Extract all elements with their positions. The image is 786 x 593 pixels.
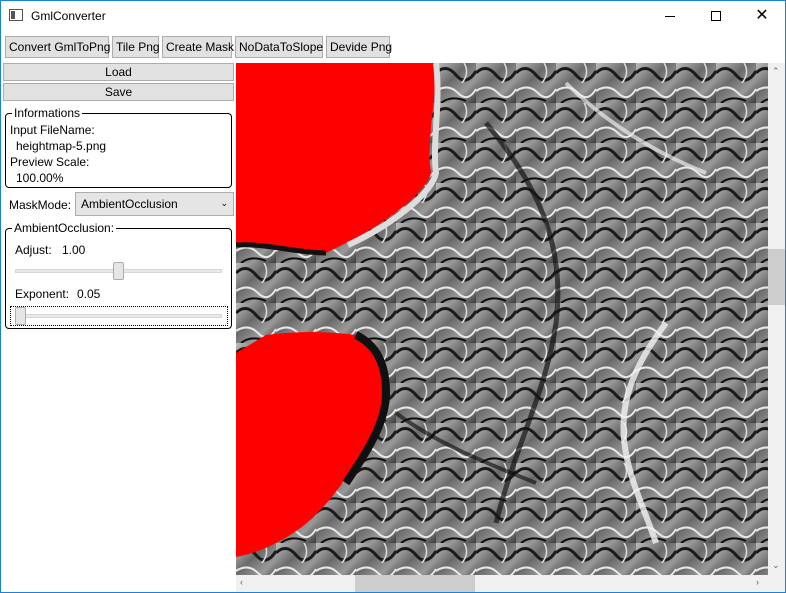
minimize-icon (665, 15, 675, 17)
preview-scale-label: Preview Scale: (10, 155, 90, 169)
adjust-slider-thumb[interactable] (113, 262, 124, 280)
input-filename-value: heightmap-5.png (16, 139, 107, 153)
mask-mode-select[interactable]: AmbientOcclusion ⌄ (75, 192, 234, 216)
devide-png-button[interactable]: Devide Png (326, 36, 392, 58)
mask-mode-label: MaskMode: (9, 198, 72, 212)
horizontal-scroll-thumb[interactable] (355, 575, 476, 592)
ambient-occlusion-title: AmbientOcclusion: (12, 221, 117, 235)
exponent-slider-track[interactable] (15, 314, 222, 318)
title-bar: GmlConverter ✕ (1, 1, 785, 31)
scrollbar-corner (768, 575, 785, 592)
informations-title: Informations (12, 106, 83, 120)
app-window: GmlConverter ✕ Convert GmlToPng Tile Png… (0, 0, 786, 593)
exponent-label: Exponent: (15, 287, 70, 301)
load-button[interactable]: Load (3, 63, 234, 81)
tile-png-button[interactable]: Tile Png (112, 36, 160, 58)
maximize-icon (711, 11, 721, 21)
adjust-value: 1.00 (62, 243, 86, 257)
nodata-to-slope-button[interactable]: NoDataToSlope (235, 36, 323, 58)
scroll-right-icon[interactable]: › (756, 577, 759, 587)
scroll-down-icon[interactable]: ⌄ (772, 560, 780, 571)
preview-scale-value: 100.00% (16, 171, 64, 185)
scroll-up-icon[interactable]: ⌃ (772, 66, 780, 77)
minimize-button[interactable] (647, 1, 693, 31)
toolbar: Convert GmlToPng Tile Png Create Mask No… (1, 34, 785, 60)
heightmap-preview-image (236, 63, 768, 575)
scroll-left-icon[interactable]: ‹ (240, 577, 243, 587)
vertical-scroll-thumb[interactable] (768, 248, 785, 305)
close-icon: ✕ (755, 7, 769, 24)
input-filename-label: Input FileName: (10, 123, 95, 137)
close-button[interactable]: ✕ (739, 1, 785, 31)
chevron-down-icon: ⌄ (220, 198, 228, 208)
heightmap-preview[interactable] (236, 63, 768, 575)
convert-gml-to-png-button[interactable]: Convert GmlToPng (5, 36, 110, 58)
horizontal-scrollbar[interactable]: ‹ › (236, 575, 768, 592)
mask-mode-selected: AmbientOcclusion (81, 197, 178, 211)
exponent-slider-thumb[interactable] (15, 307, 26, 325)
exponent-value: 0.05 (77, 287, 101, 301)
maximize-button[interactable] (693, 1, 739, 31)
create-mask-button[interactable]: Create Mask (162, 36, 234, 58)
app-icon (9, 9, 23, 21)
window-title: GmlConverter (31, 9, 106, 23)
adjust-label: Adjust: (15, 243, 52, 257)
save-button[interactable]: Save (3, 83, 234, 101)
vertical-scrollbar[interactable]: ⌃ ⌄ (768, 63, 785, 575)
